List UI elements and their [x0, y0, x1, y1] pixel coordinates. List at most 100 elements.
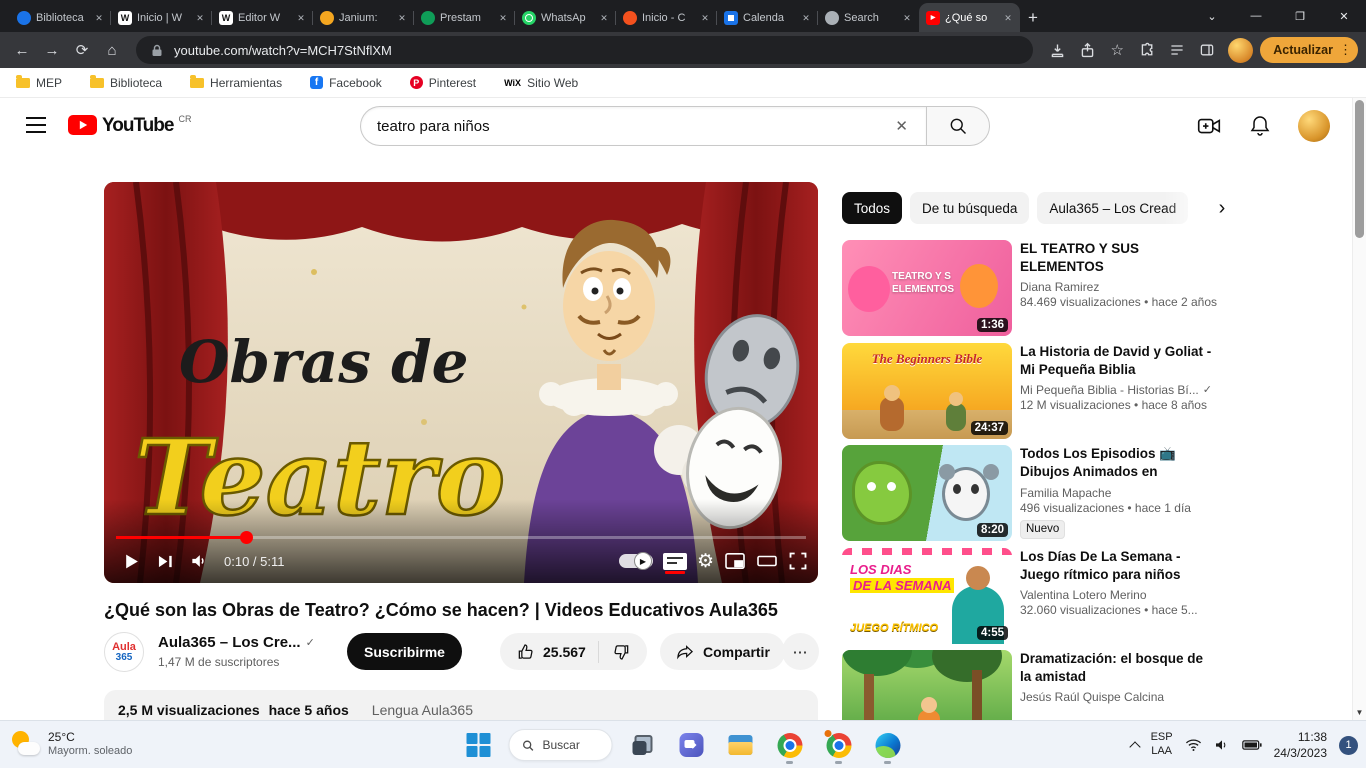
chips-next-icon[interactable]: ›: [1210, 196, 1234, 220]
bookmark-herramientas[interactable]: Herramientas: [190, 74, 282, 90]
clear-search-icon[interactable]: ✕: [891, 117, 912, 135]
related-video-2[interactable]: The Beginners Bible 24:37 La Historia de…: [842, 343, 1234, 439]
tab-calendar[interactable]: Calenda ✕: [716, 3, 818, 32]
chrome-button[interactable]: [771, 725, 809, 765]
file-explorer-button[interactable]: [722, 725, 760, 765]
bookmark-mep[interactable]: MEP: [16, 74, 62, 90]
tab-janium[interactable]: Janium: ✕: [312, 3, 414, 32]
bookmark-biblioteca[interactable]: Biblioteca: [90, 74, 162, 90]
related-video-4[interactable]: LOS DIAS DE LA SEMANA JUEGO RÍTMICO 4:55…: [842, 548, 1234, 644]
tab-inicio-wix[interactable]: Inicio | W ✕: [110, 3, 212, 32]
start-button[interactable]: [460, 725, 498, 765]
profile-avatar[interactable]: [1228, 37, 1254, 63]
volume-icon[interactable]: [182, 541, 216, 581]
tab-close-icon[interactable]: ✕: [698, 11, 712, 25]
bookmark-pinterest[interactable]: P Pinterest: [409, 76, 476, 90]
subtitles-icon[interactable]: [662, 552, 687, 574]
related-title[interactable]: La Historia de David y Goliat - Mi Peque…: [1020, 343, 1218, 379]
close-window-button[interactable]: ✕: [1322, 0, 1366, 32]
related-channel[interactable]: Mi Pequeña Biblia - Historias Bí... ✓: [1020, 383, 1218, 397]
related-channel[interactable]: Jesús Raúl Quispe Calcina: [1020, 690, 1218, 704]
weather-widget[interactable]: 25°C Mayorm. soleado: [10, 728, 132, 758]
download-icon[interactable]: [1043, 36, 1071, 64]
chrome-update-button[interactable]: Actualizar ⋮: [1260, 37, 1358, 63]
tab-close-icon[interactable]: ✕: [395, 11, 409, 25]
tab-prestamo[interactable]: Prestam ✕: [413, 3, 515, 32]
language-indicator[interactable]: ESP LAA: [1151, 731, 1173, 759]
tab-close-icon[interactable]: ✕: [193, 11, 207, 25]
video-thumbnail[interactable]: TEATRO Y S ELEMENTOS 1:36: [842, 240, 1012, 336]
reading-list-icon[interactable]: [1163, 36, 1191, 64]
page-scrollbar[interactable]: ▼: [1352, 98, 1366, 720]
scroll-down-icon[interactable]: ▼: [1353, 708, 1366, 717]
search-button[interactable]: [926, 106, 990, 146]
bookmark-facebook[interactable]: f Facebook: [310, 76, 382, 90]
related-title[interactable]: Todos Los Episodios 📺 Dibujos Animados e…: [1020, 445, 1218, 482]
fullscreen-icon[interactable]: [788, 551, 808, 571]
video-thumbnail[interactable]: [842, 650, 1012, 720]
related-channel[interactable]: Diana Ramirez: [1020, 280, 1218, 294]
share-button[interactable]: Compartir: [660, 633, 785, 670]
chrome-button-2[interactable]: [820, 725, 858, 765]
theater-mode-icon[interactable]: [756, 552, 778, 570]
task-view-button[interactable]: [624, 725, 662, 765]
tab-inicio[interactable]: Inicio - C ✕: [615, 3, 717, 32]
youtube-logo[interactable]: YouTube CR: [68, 114, 191, 137]
chip-aula365[interactable]: Aula365 – Los Cread: [1037, 192, 1189, 224]
minimize-button[interactable]: —: [1234, 0, 1278, 32]
side-panel-icon[interactable]: [1193, 36, 1221, 64]
related-video-3[interactable]: 8:20 Todos Los Episodios 📺 Dibujos Anima…: [842, 445, 1234, 541]
share-icon[interactable]: [1073, 36, 1101, 64]
video-thumbnail[interactable]: LOS DIAS DE LA SEMANA JUEGO RÍTMICO 4:55: [842, 548, 1012, 644]
bookmark-star-icon[interactable]: ☆: [1103, 36, 1131, 64]
channel-name[interactable]: Aula365 – Los Cre... ✓: [158, 634, 315, 651]
tab-search-icon[interactable]: ⌄: [1190, 0, 1234, 32]
video-thumbnail[interactable]: 8:20: [842, 445, 1012, 541]
related-title[interactable]: Dramatización: el bosque de la amistad: [1020, 650, 1218, 686]
related-title[interactable]: EL TEATRO Y SUS ELEMENTOS: [1020, 240, 1218, 276]
description-link[interactable]: Lengua Aula365: [372, 702, 473, 720]
video-description[interactable]: 2,5 M visualizaciones hace 5 años Lengua…: [104, 690, 818, 720]
clock[interactable]: 11:38 24/3/2023: [1274, 729, 1327, 761]
notifications-bell-icon[interactable]: [1248, 113, 1272, 139]
tab-close-icon[interactable]: ✕: [1001, 11, 1015, 25]
teams-button[interactable]: [673, 725, 711, 765]
related-video-5[interactable]: Dramatización: el bosque de la amistad J…: [842, 650, 1234, 720]
progress-bar[interactable]: [116, 531, 806, 544]
related-title[interactable]: Los Días De La Semana - Juego rítmico pa…: [1020, 548, 1218, 584]
search-input[interactable]: teatro para niños ✕: [360, 106, 926, 146]
tab-youtube-active[interactable]: ¿Qué so ✕: [919, 3, 1020, 32]
next-button[interactable]: [148, 541, 182, 581]
chip-de-tu-busqueda[interactable]: De tu búsqueda: [910, 192, 1030, 224]
related-channel[interactable]: Familia Mapache: [1020, 486, 1218, 500]
chip-todos[interactable]: Todos: [842, 192, 903, 224]
tab-search[interactable]: Search ✕: [817, 3, 919, 32]
new-tab-button[interactable]: +: [1028, 8, 1038, 28]
scrollbar-thumb[interactable]: [1355, 100, 1364, 238]
tab-editor-wix[interactable]: Editor W ✕: [211, 3, 313, 32]
tray-expand-icon[interactable]: [1128, 740, 1141, 753]
hamburger-menu-icon[interactable]: [26, 117, 46, 133]
taskbar-search[interactable]: Buscar: [508, 729, 613, 761]
battery-icon[interactable]: [1241, 739, 1262, 751]
miniplayer-icon[interactable]: [724, 552, 746, 570]
related-video-1[interactable]: TEATRO Y S ELEMENTOS 1:36 EL TEATRO Y SUS…: [842, 240, 1234, 336]
home-button[interactable]: ⌂: [98, 36, 126, 64]
tab-close-icon[interactable]: ✕: [900, 11, 914, 25]
notification-count-badge[interactable]: 1: [1339, 735, 1358, 755]
tab-whatsapp[interactable]: WhatsAp ✕: [514, 3, 616, 32]
like-button[interactable]: 25.567: [504, 642, 598, 662]
forward-button[interactable]: →: [38, 36, 66, 64]
maximize-button[interactable]: ❐: [1278, 0, 1322, 32]
reload-button[interactable]: ⟳: [68, 36, 96, 64]
browser-menu-icon[interactable]: ⋮: [1339, 42, 1352, 58]
channel-avatar[interactable]: Aula 365: [104, 632, 144, 672]
tab-close-icon[interactable]: ✕: [597, 11, 611, 25]
autoplay-toggle[interactable]: ▶: [618, 552, 653, 570]
related-channel[interactable]: Valentina Lotero Merino: [1020, 588, 1218, 602]
bookmark-sitio-web[interactable]: WiX Sitio Web: [504, 76, 578, 90]
create-video-icon[interactable]: [1196, 113, 1222, 139]
edge-button[interactable]: [869, 725, 907, 765]
video-thumbnail[interactable]: The Beginners Bible 24:37: [842, 343, 1012, 439]
play-button[interactable]: [114, 541, 148, 581]
